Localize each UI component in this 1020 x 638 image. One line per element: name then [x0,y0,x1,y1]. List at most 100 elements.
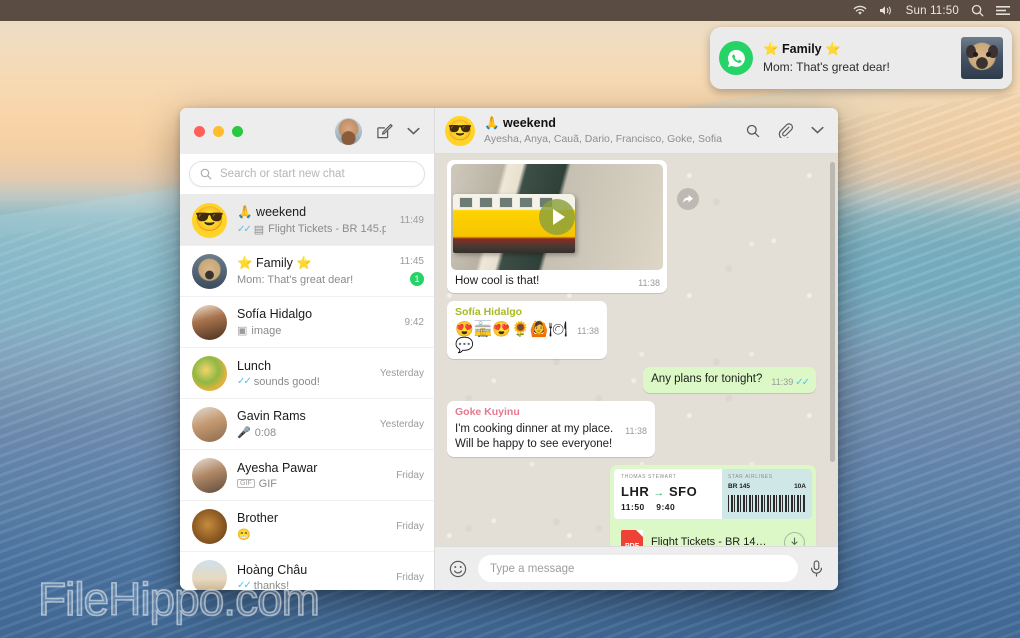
volume-icon[interactable] [879,5,894,16]
conversation-search-icon[interactable] [746,124,760,138]
chat-list-item-ayesha-pawar[interactable]: Ayesha Pawar GIF GIF Friday [180,450,434,501]
pdf-attachment[interactable]: PDF Flight Tickets - BR 14… [614,522,812,546]
destination-code: SFO [668,484,698,500]
sidebar-header [180,108,434,154]
video-caption: 11:38 How cool is that! [451,270,663,289]
chat-preview: ✓✓ ▤ Flight Tickets - BR 145.pdf [237,223,386,236]
message-time: 11:38 [638,278,660,288]
boarding-pass-route: LHR → SFO [621,483,715,501]
menubar-clock[interactable]: Sun 11:50 [906,5,959,17]
read-ticks-icon: ✓✓ [795,376,810,388]
seat-number: 10A [794,483,806,491]
boarding-pass-passenger: THOMAS STEWART [621,473,677,480]
zoom-button[interactable] [232,125,243,137]
video-thumbnail[interactable] [451,164,663,270]
chat-time: Friday [396,571,424,583]
minimize-button[interactable] [213,125,224,137]
notification-thumbnail [961,37,1003,79]
pdf-file-name: Flight Tickets - BR 14… [651,536,767,546]
avatar [192,304,227,340]
message-bubble[interactable]: THOMAS STEWART LHR → SFO 11:50 9:40 STAR… [610,464,816,546]
message-bubble[interactable]: Goke Kuyinu 11:38 I'm cooking dinner at … [447,401,655,457]
notification-banner[interactable]: ⭐ Family ⭐ Mom: That's great dear! [710,27,1012,89]
chat-preview-text: 😁 [237,529,251,541]
message-time: 11:38 [577,325,599,336]
read-ticks-icon: ✓✓ [237,223,252,235]
sidebar-menu-chevron-down-icon[interactable] [407,127,420,136]
chat-time: Yesterday [379,367,424,379]
barcode [728,495,806,513]
chat-list-item-gavin-rams[interactable]: Gavin Rams 🎤 0:08 Yesterday [180,399,434,450]
compose-icon[interactable] [376,123,393,140]
play-icon[interactable] [539,199,575,235]
chat-preview-text: image [251,324,282,337]
chat-preview: 🎤 0:08 [237,426,366,440]
origin-code: LHR [621,484,650,500]
chat-time: 11:49 [399,214,424,226]
chat-list-item-weekend[interactable]: 😎 🙏 weekend ✓✓ ▤ Flight Tickets - BR 145… [180,195,434,246]
forward-icon[interactable] [677,188,699,210]
conversation-panel: 😎 🙏 weekend Ayesha, Anya, Cauã, Dario, F… [435,108,838,590]
profile-avatar[interactable] [335,117,362,145]
message-any-plans[interactable]: 11:39 ✓✓ Any plans for tonight? [447,366,816,394]
chat-preview-text: GIF [258,477,278,490]
message-flight-ticket-document[interactable]: THOMAS STEWART LHR → SFO 11:50 9:40 STAR… [447,464,816,546]
window-traffic-lights [194,125,243,137]
message-bubble[interactable]: 11:38 How cool is that! [447,160,667,293]
message-video[interactable]: 11:38 How cool is that! [447,160,816,293]
flight-number: BR 145 [728,483,751,491]
close-button[interactable] [194,125,205,137]
chat-name: Sofía Hidalgo [237,307,313,321]
gif-icon: GIF [237,479,255,488]
chat-preview: 😁 [237,528,382,541]
chat-name: Ayesha Pawar [237,460,318,475]
video-caption-text: How cool is that! [455,275,540,287]
notification-body: Mom: That's great dear! [763,60,890,74]
paperclip-icon[interactable] [778,123,793,138]
chat-name: 🙏 weekend [237,204,307,219]
chat-name: Brother [237,511,278,525]
message-bubble[interactable]: Sofía Hidalgo 11:38 😍🚋😍🌻🙆🍽💬 [447,300,607,359]
conversation-avatar[interactable]: 😎 [445,115,475,146]
unread-badge: 1 [410,272,424,286]
conversation-title: 🙏 weekend [484,116,556,130]
chat-list-item-brother[interactable]: Brother 😁 Friday [180,501,434,552]
chat-list[interactable]: 😎 🙏 weekend ✓✓ ▤ Flight Tickets - BR 145… [180,195,434,590]
message-bubble[interactable]: 11:39 ✓✓ Any plans for tonight? [643,366,816,394]
spotlight-search-icon[interactable] [971,4,984,17]
avatar [192,406,227,442]
message-sender: Goke Kuyinu [455,406,520,419]
conversation-header[interactable]: 😎 🙏 weekend Ayesha, Anya, Cauã, Dario, F… [435,108,838,154]
conversation-menu-chevron-down-icon[interactable] [811,126,824,135]
microphone-icon: 🎤 [237,427,251,439]
download-icon[interactable] [784,532,805,546]
chat-time: Friday [396,520,424,532]
boarding-pass-preview[interactable]: THOMAS STEWART LHR → SFO 11:50 9:40 STAR… [614,468,812,519]
filehippo-watermark: FileHippo.com [37,572,321,626]
microphone-icon[interactable] [809,560,824,577]
message-text: Any plans for tonight? [651,372,763,385]
conversation-members: Ayesha, Anya, Cauã, Dario, Francisco, Go… [484,133,722,145]
arrive-time: 9:40 [656,502,676,512]
chat-list-item-lunch[interactable]: Lunch ✓✓ sounds good! Yesterday [180,348,434,399]
emoji-icon[interactable] [449,560,467,578]
message-sofia-emojis[interactable]: Sofía Hidalgo 11:38 😍🚋😍🌻🙆🍽💬 [447,300,816,359]
conversation-scrollbar[interactable] [830,162,835,462]
desktop-wallpaper: Sun 11:50 ⭐ Family ⭐ Mom: That's great d… [0,0,1020,638]
control-center-icon[interactable] [996,5,1010,16]
chat-time: 9:42 [404,316,424,328]
chat-list-item-sofia-hidalgo[interactable]: Sofía Hidalgo ▣ image 9:42 [180,297,434,348]
message-input[interactable]: Type a message [478,555,798,582]
message-sender: Sofía Hidalgo [455,305,523,318]
chat-list-item-family[interactable]: ⭐ Family ⭐ Mom: That's great dear! 11:45… [180,246,434,297]
search-input[interactable]: Search or start new chat [189,161,425,187]
message-list[interactable]: 11:38 How cool is that! Sofía Hidalgo 11… [435,154,838,546]
message-text: I'm cooking dinner at my place. Will be … [455,423,614,451]
chat-preview-text: Flight Tickets - BR 145.pdf [268,223,386,235]
chat-preview-text: 0:08 [254,426,277,439]
message-goke-dinner[interactable]: Goke Kuyinu 11:38 I'm cooking dinner at … [447,401,816,457]
chat-preview: Mom: That's great dear! [237,274,386,286]
whatsapp-icon [719,41,753,75]
chat-name: ⭐ Family ⭐ [237,256,312,270]
wifi-icon[interactable] [853,5,867,16]
